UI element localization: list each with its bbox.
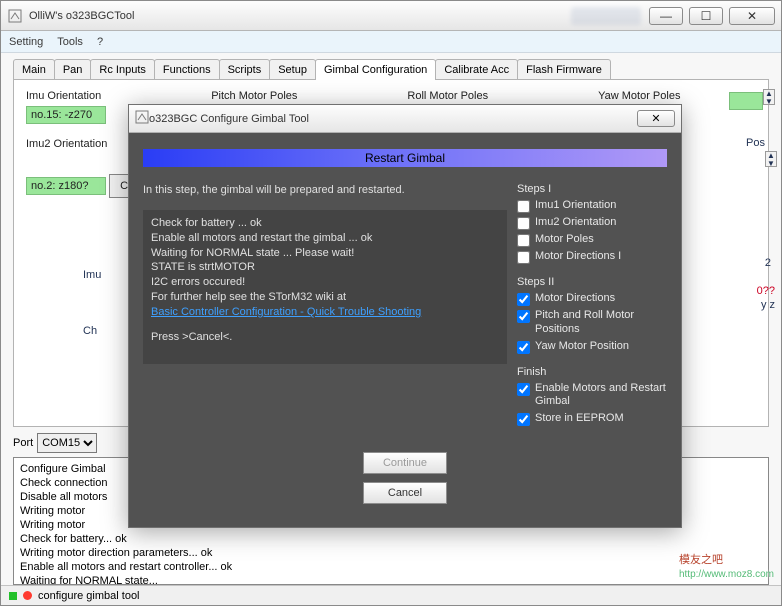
titlebar-blur xyxy=(571,7,641,25)
dialog-log-box: Check for battery ... ok Enable all moto… xyxy=(143,210,507,364)
chk-motor-directions-i[interactable]: Motor Directions I xyxy=(517,250,667,264)
peek-line-3: y z xyxy=(761,299,775,311)
peek-pos-label: Pos xyxy=(746,137,765,149)
tab-flash-firmware[interactable]: Flash Firmware xyxy=(517,59,611,80)
chk-pitch-roll-positions[interactable]: Pitch and Roll Motor Positions xyxy=(517,309,667,337)
tab-main[interactable]: Main xyxy=(13,59,55,80)
chk-motor-directions[interactable]: Motor Directions xyxy=(517,292,667,306)
dialog-heading: Restart Gimbal xyxy=(143,149,667,167)
log-line: Writing motor direction parameters... ok xyxy=(20,547,212,559)
log-line: Waiting for NORMAL state... xyxy=(20,575,158,585)
continue-button: Continue xyxy=(363,452,447,474)
tab-functions[interactable]: Functions xyxy=(154,59,220,80)
cancel-button[interactable]: Cancel xyxy=(363,482,447,504)
label-yaw-poles: Yaw Motor Poles xyxy=(598,90,680,102)
dialog-log-line: I2C errors occured! xyxy=(151,275,499,290)
log-line: Writing motor xyxy=(20,505,85,517)
status-text: configure gimbal tool xyxy=(38,590,140,602)
tab-rcinputs[interactable]: Rc Inputs xyxy=(90,59,154,80)
dialog-log-line: Waiting for NORMAL state ... Please wait… xyxy=(151,246,499,261)
peek-green-box: ▲▼ xyxy=(729,89,775,110)
chk-imu1-orientation[interactable]: Imu1 Orientation xyxy=(517,199,667,213)
close-button[interactable]: ✕ xyxy=(729,7,775,25)
tab-scripts[interactable]: Scripts xyxy=(219,59,271,80)
log-line: Configure Gimbal xyxy=(20,463,106,475)
chk-enable-restart[interactable]: Enable Motors and Restart Gimbal xyxy=(517,382,667,410)
peek-line-2: 0?? xyxy=(757,285,775,297)
log-line: Check for battery... ok xyxy=(20,533,127,545)
dialog-log-line: Enable all motors and restart the gimbal… xyxy=(151,231,499,246)
chk-store-eeprom[interactable]: Store in EEPROM xyxy=(517,412,667,426)
maximize-button[interactable]: ☐ xyxy=(689,7,723,25)
app-icon xyxy=(7,8,23,24)
steps2-group: Steps II Motor Directions Pitch and Roll… xyxy=(517,276,667,354)
imu-orientation-value[interactable]: no.15: -z270 xyxy=(26,106,106,124)
label-imu-orientation: Imu Orientation xyxy=(26,90,101,102)
finish-group: Finish Enable Motors and Restart Gimbal … xyxy=(517,366,667,427)
dialog-titlebar[interactable]: o323BGC Configure Gimbal Tool ✕ xyxy=(129,105,681,133)
port-select[interactable]: COM15 xyxy=(37,433,97,453)
minimize-button[interactable]: — xyxy=(649,7,683,25)
tab-pan[interactable]: Pan xyxy=(54,59,92,80)
peek-line-0: 2 xyxy=(765,257,771,269)
tab-calibrate-acc[interactable]: Calibrate Acc xyxy=(435,59,518,80)
steps1-group: Steps I Imu1 Orientation Imu2 Orientatio… xyxy=(517,183,667,264)
label-pitch-poles: Pitch Motor Poles xyxy=(211,90,297,102)
finish-title: Finish xyxy=(517,366,667,378)
port-label: Port xyxy=(13,437,33,449)
tab-setup[interactable]: Setup xyxy=(269,59,316,80)
menubar: Setting Tools ? xyxy=(1,31,781,53)
status-red-icon xyxy=(23,591,32,600)
menu-help[interactable]: ? xyxy=(97,36,103,48)
window-controls: — ☐ ✕ xyxy=(649,7,775,25)
log-line: Disable all motors xyxy=(20,491,107,503)
dialog-intro: In this step, the gimbal will be prepare… xyxy=(143,183,507,198)
log-line: Check connection xyxy=(20,477,107,489)
dialog-steps-panel: Steps I Imu1 Orientation Imu2 Orientatio… xyxy=(517,183,667,438)
chk-motor-poles[interactable]: Motor Poles xyxy=(517,233,667,247)
tab-gimbal-configuration[interactable]: Gimbal Configuration xyxy=(315,59,436,80)
dialog-log-line: STATE is strtMOTOR xyxy=(151,260,499,275)
peek-ch-short: Ch xyxy=(83,325,97,337)
tabs: Main Pan Rc Inputs Functions Scripts Set… xyxy=(13,59,769,80)
steps1-title: Steps I xyxy=(517,183,667,195)
status-green-icon xyxy=(9,592,17,600)
chk-imu2-orientation[interactable]: Imu2 Orientation xyxy=(517,216,667,230)
dialog-buttons: Continue Cancel xyxy=(129,438,681,516)
peek-imu-short: Imu xyxy=(83,269,101,281)
titlebar[interactable]: OlliW's o323BGCTool — ☐ ✕ xyxy=(1,1,781,31)
menu-setting[interactable]: Setting xyxy=(9,36,43,48)
menu-tools[interactable]: Tools xyxy=(57,36,83,48)
imu2-orientation-value[interactable]: no.2: z180? xyxy=(26,177,106,195)
log-line: Enable all motors and restart controller… xyxy=(20,561,232,573)
dialog-help-link[interactable]: Basic Controller Configuration - Quick T… xyxy=(151,306,421,318)
dialog-press-cancel: Press >Cancel<. xyxy=(151,330,499,345)
dialog-icon xyxy=(135,110,149,127)
configure-gimbal-dialog: o323BGC Configure Gimbal Tool ✕ Restart … xyxy=(128,104,682,528)
steps2-title: Steps II xyxy=(517,276,667,288)
dialog-log-line: For further help see the STorM32 wiki at xyxy=(151,290,499,305)
log-line: Writing motor xyxy=(20,519,85,531)
dialog-left: In this step, the gimbal will be prepare… xyxy=(143,183,517,438)
chk-yaw-position[interactable]: Yaw Motor Position xyxy=(517,340,667,354)
dialog-close-button[interactable]: ✕ xyxy=(637,110,675,127)
window-title: OlliW's o323BGCTool xyxy=(29,10,571,22)
peek-spin2: ▲▼ xyxy=(765,151,777,169)
watermark: 模友之吧 http://www.moz8.com xyxy=(679,546,774,580)
dialog-title: o323BGC Configure Gimbal Tool xyxy=(149,113,637,125)
statusbar: configure gimbal tool xyxy=(1,585,781,605)
dialog-body: Restart Gimbal In this step, the gimbal … xyxy=(129,133,681,527)
dialog-log-line: Check for battery ... ok xyxy=(151,216,499,231)
label-roll-poles: Roll Motor Poles xyxy=(407,90,488,102)
